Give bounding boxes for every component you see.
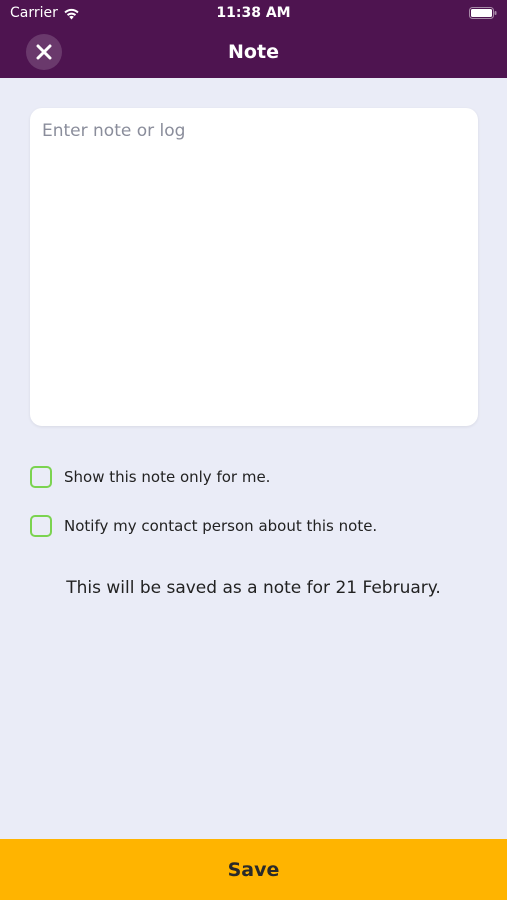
private-note-checkbox[interactable] (30, 466, 52, 488)
page-title: Note (228, 41, 279, 63)
save-button-label: Save (227, 858, 280, 881)
notify-contact-option[interactable]: Notify my contact person about this note… (30, 515, 377, 537)
notify-contact-label: Notify my contact person about this note… (64, 517, 378, 535)
notify-contact-checkbox[interactable] (30, 515, 52, 537)
private-note-option[interactable]: Show this note only for me. (30, 466, 270, 488)
app-header: Carrier 11:38 AM Note (0, 0, 507, 78)
save-date-info: This will be saved as a note for 21 Febr… (66, 578, 441, 598)
status-time: 11:38 AM (216, 5, 291, 21)
note-input[interactable] (30, 108, 478, 426)
battery-icon (469, 7, 497, 19)
note-card (30, 108, 478, 426)
status-bar: Carrier 11:38 AM (0, 0, 507, 28)
save-button[interactable]: Save (0, 839, 507, 900)
private-note-label: Show this note only for me. (64, 468, 271, 486)
